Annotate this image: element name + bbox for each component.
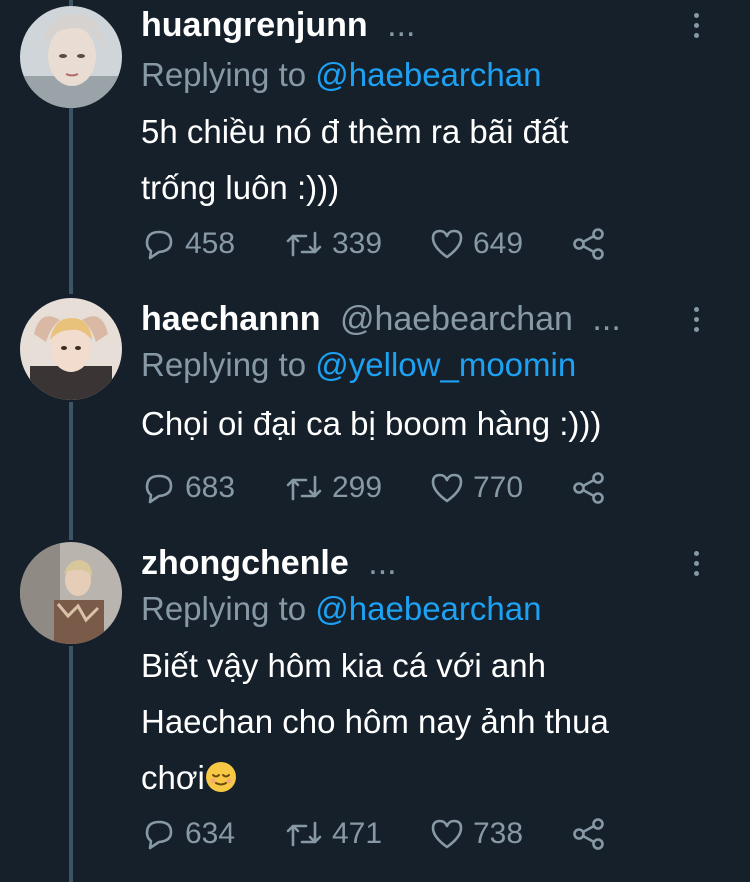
more-options-icon[interactable]: [686, 548, 706, 584]
tweet-text-line: Biết vậy hôm kia cá với anh: [141, 647, 546, 684]
tweet[interactable]: zhongchenle ... Replying to @haebearchan…: [0, 538, 750, 882]
heart-icon: [431, 819, 463, 849]
tweet-header: huangrenjunn ...: [141, 6, 690, 50]
tweet-text-last-line: chơi: [141, 750, 711, 806]
reply-button[interactable]: 458: [141, 224, 235, 264]
replying-to-label: Replying to: [141, 346, 307, 383]
like-button[interactable]: 738: [429, 814, 523, 854]
like-button[interactable]: 770: [429, 468, 523, 508]
reply-mention-link[interactable]: @haebearchan: [315, 590, 541, 627]
retweet-count: 339: [332, 227, 383, 260]
share-icon: [573, 818, 604, 850]
like-count: 738: [473, 817, 524, 850]
share-icon: [573, 228, 604, 260]
display-name[interactable]: zhongchenle: [141, 544, 349, 582]
retweet-button[interactable]: 471: [284, 814, 382, 854]
tweet-text-line: 5h chiều nó đ thèm ra bãi đất: [141, 113, 569, 150]
retweet-button[interactable]: 299: [284, 468, 382, 508]
tweet[interactable]: huangrenjunn ... Replying to @haebearcha…: [0, 0, 750, 290]
truncation-ellipsis: ...: [387, 6, 416, 44]
truncation-ellipsis: ...: [592, 300, 621, 338]
tweet-text-line: Haechan cho hôm nay ảnh thua: [141, 703, 609, 740]
username-handle[interactable]: @haebearchan: [340, 300, 573, 338]
retweet-icon: [286, 231, 322, 257]
avatar[interactable]: [20, 542, 122, 644]
tweet-text-line: trống luôn :))): [141, 169, 340, 206]
reply-button[interactable]: 634: [141, 814, 235, 854]
display-name[interactable]: haechannn: [141, 300, 320, 338]
truncation-ellipsis: ...: [368, 544, 397, 582]
relieved-face-emoji: [205, 762, 236, 792]
reply-count: 683: [185, 471, 236, 504]
share-button[interactable]: [571, 468, 615, 508]
retweet-icon: [286, 475, 322, 501]
replying-to-label: Replying to: [141, 590, 307, 627]
replying-to-label: Replying to: [141, 56, 307, 93]
heart-icon: [431, 473, 463, 503]
share-button[interactable]: [571, 224, 615, 264]
replying-to: Replying to @yellow_moomin: [141, 346, 576, 384]
tweet-text-line: chơi: [141, 759, 205, 796]
like-count: 770: [473, 471, 524, 504]
heart-icon: [431, 229, 463, 259]
tweet-text: Chọi oi đại ca bị boom hàng :))): [141, 396, 711, 452]
reply-count: 634: [185, 817, 236, 850]
tweet-text: 5h chiều nó đ thèm ra bãi đất trống luôn…: [141, 104, 711, 216]
display-name[interactable]: huangrenjunn: [141, 6, 368, 44]
reply-icon: [145, 230, 173, 260]
avatar[interactable]: [20, 6, 122, 108]
replying-to: Replying to @haebearchan: [141, 590, 541, 628]
retweet-count: 471: [332, 817, 383, 850]
reply-mention-link[interactable]: @haebearchan: [315, 56, 541, 93]
retweet-icon: [286, 821, 322, 847]
tweet-header: haechannn @haebearchan ...: [141, 300, 690, 344]
replying-to: Replying to @haebearchan: [141, 56, 541, 94]
like-count: 649: [473, 227, 524, 260]
reply-count: 458: [185, 227, 236, 260]
tweet-text: Biết vậy hôm kia cá với anh Haechan cho …: [141, 638, 711, 806]
reply-icon: [145, 820, 173, 850]
reply-icon: [145, 474, 173, 504]
like-button[interactable]: 649: [429, 224, 523, 264]
share-button[interactable]: [571, 814, 615, 854]
tweet-text-line: Chọi oi đại ca bị boom hàng :))): [141, 405, 602, 442]
retweet-button[interactable]: 339: [284, 224, 382, 264]
reply-button[interactable]: 683: [141, 468, 235, 508]
retweet-count: 299: [332, 471, 383, 504]
more-options-icon[interactable]: [686, 10, 706, 46]
share-icon: [573, 472, 604, 504]
tweet-header: zhongchenle ...: [141, 544, 690, 588]
more-options-icon[interactable]: [686, 304, 706, 340]
avatar[interactable]: [20, 298, 122, 400]
tweet[interactable]: haechannn @haebearchan ... Replying to @…: [0, 294, 750, 534]
reply-mention-link[interactable]: @yellow_moomin: [315, 346, 576, 383]
